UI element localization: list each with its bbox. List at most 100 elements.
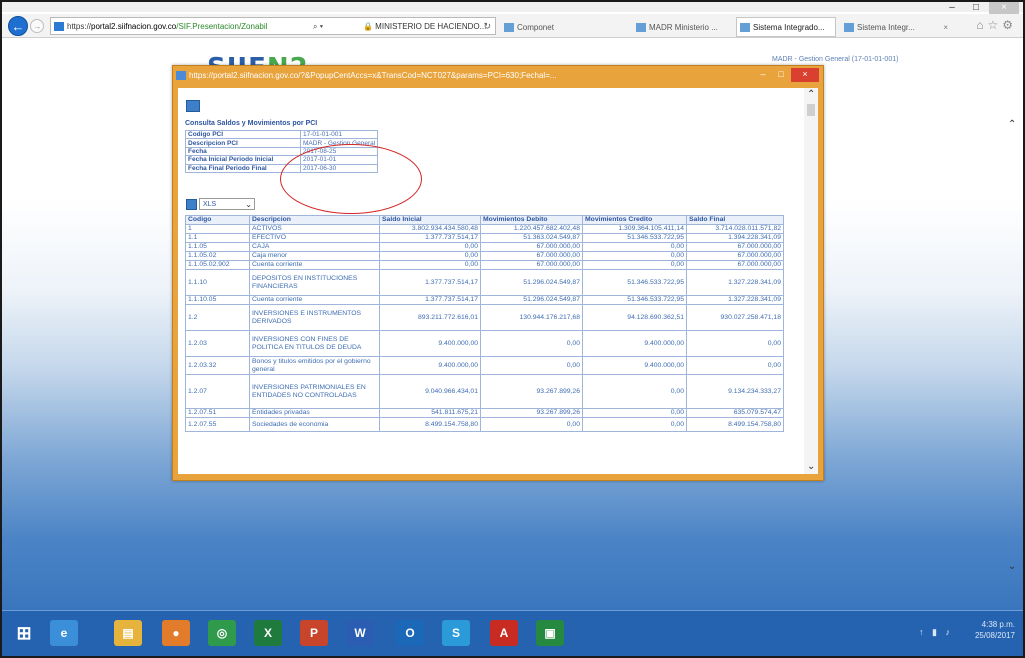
popup-scrollbar[interactable]: ⌃ ⌄ [804, 88, 818, 474]
tab-madr[interactable]: MADR Ministerio ... [632, 17, 732, 37]
address-search-icon[interactable]: ⌕ ▾ [313, 18, 323, 34]
cell-amount: 1.394.228.341,09 [686, 233, 784, 243]
taskbar-outlook-icon[interactable]: O [396, 620, 424, 646]
browser-toolbar-icons[interactable]: ⌂☆⚙ [976, 18, 1017, 32]
cell-amount: 1.377.737.514,17 [379, 295, 481, 305]
popup-favicon-icon [176, 71, 186, 80]
table-row[interactable]: 1.2 INVERSIONES E INSTRUMENTOS DERIVADOS 8… [185, 304, 784, 331]
table-row[interactable]: 1.2.07.51 Entidades privadas 541.811.675,2… [185, 408, 784, 418]
cell-amount: 8.499.154.758,80 [686, 417, 784, 432]
table-row[interactable]: 1.2.03.32 Bonos y titulos emitidos por el… [185, 356, 784, 375]
scroll-up-icon[interactable]: ⌃ [1008, 119, 1016, 130]
export-format-select[interactable]: XLS ⌄ [199, 198, 255, 210]
cell-description: Caja menor [249, 251, 380, 261]
cell-amount: 9.400.000,00 [582, 356, 687, 375]
taskbar-project-icon[interactable]: ▣ [536, 620, 564, 646]
cell-amount: 67.000.000,00 [686, 242, 784, 252]
clock-time: 4:38 p.m. [981, 620, 1015, 629]
column-header[interactable]: Movimientos Credito [582, 215, 687, 225]
page-scrollbar[interactable]: ⌃ ⌄ [1006, 99, 1020, 599]
cell-amount: 0,00 [480, 330, 583, 357]
scroll-down-icon[interactable]: ⌄ [807, 461, 815, 472]
clock[interactable]: 4:38 p.m. 25/08/2017 [975, 619, 1015, 641]
column-header[interactable]: Saldo Inicial [379, 215, 481, 225]
taskbar-powerpoint-icon[interactable]: P [300, 620, 328, 646]
taskbar-internet-explorer-icon[interactable]: e [50, 620, 78, 646]
page-header-label: MADR - Gestion General (17-01-01-001) [772, 56, 899, 63]
taskbar-chrome-icon[interactable]: ◎ [208, 620, 236, 646]
export-icon[interactable] [186, 198, 197, 210]
tab-label: MADR Ministerio ... [649, 23, 718, 32]
close-button[interactable]: × [989, 2, 1019, 14]
taskbar-acrobat-icon[interactable]: A [490, 620, 518, 646]
scroll-up-icon[interactable]: ⌃ [807, 89, 815, 100]
cell-description: EFECTIVO [249, 233, 380, 243]
refresh-icon[interactable]: ↻ [483, 18, 491, 34]
cell-amount: 9.134.234.333,27 [686, 374, 784, 409]
cell-code: 1.1.05.02 [185, 251, 250, 261]
forward-button[interactable]: → [30, 19, 44, 33]
back-button[interactable]: ← [8, 16, 28, 36]
cell-amount: 67.000.000,00 [686, 251, 784, 261]
minimize-button[interactable]: – [941, 2, 963, 14]
cell-amount: 67.000.000,00 [480, 242, 583, 252]
column-header[interactable]: Saldo Final [686, 215, 784, 225]
table-row[interactable]: 1.1.05.02 Caja menor 0,00 67.000.000,00 0,00… [185, 251, 784, 261]
popup-maximize-button[interactable]: □ [773, 68, 789, 82]
cell-description: INVERSIONES E INSTRUMENTOS DERIVADOS [249, 304, 380, 331]
cell-description: Sociedades de economia [249, 417, 380, 432]
taskbar-windows-start-icon[interactable]: ⊞ [10, 620, 38, 646]
taskbar-excel-icon[interactable]: X [254, 620, 282, 646]
cell-description: Cuenta corriente [249, 260, 380, 270]
tab-close-icon[interactable]: × [943, 18, 948, 36]
info-value: 17-01-01-001 [299, 129, 379, 140]
table-row[interactable]: 1.2.03 INVERSIONES CON FINES DE POLITICA … [185, 330, 784, 357]
taskbar-word-icon[interactable]: W [346, 620, 374, 646]
table-row[interactable]: 1.1.05.02.902 Cuenta corriente 0,00 67.000.… [185, 260, 784, 270]
table-row[interactable]: 1.2.07 INVERSIONES PATRIMONIALES EN ENTID… [185, 374, 784, 409]
scroll-down-icon[interactable]: ⌄ [1008, 561, 1016, 572]
cell-amount: 1.377.737.514,17 [379, 269, 481, 296]
cell-amount: 3.802.934.434.580,48 [379, 224, 481, 234]
cell-description: CAJA [249, 242, 380, 252]
cell-amount: 67.000.000,00 [686, 260, 784, 270]
tab-sistema-integr[interactable]: Sistema Integr... × [840, 17, 952, 37]
cell-amount: 0,00 [582, 242, 687, 252]
cell-code: 1.1.10.05 [185, 295, 250, 305]
windows-taskbar: ↑ ▮ ♪ 4:38 p.m. 25/08/2017 ⊞ e ▤ ● ◎ X P W O S A ▣ [2, 610, 1023, 656]
table-row[interactable]: 1.1.10.05 Cuenta corriente 1.377.737.514,1… [185, 295, 784, 305]
maximize-button[interactable]: □ [965, 2, 987, 14]
table-row[interactable]: 1.2.07.55 Sociedades de economia 8.499.154… [185, 417, 784, 432]
table-row[interactable]: 1 ACTIVOS 3.802.934.434.580,48 1.220.457.68… [185, 224, 784, 234]
table-row[interactable]: 1.1 EFECTIVO 1.377.737.514,17 51.363.024.54… [185, 233, 784, 243]
cell-amount: 67.000.000,00 [480, 251, 583, 261]
tab-favicon-icon [844, 23, 854, 32]
system-tray-icons[interactable]: ↑ ▮ ♪ [919, 627, 953, 638]
column-header[interactable]: Codigo [185, 215, 250, 225]
popup-close-button[interactable]: × [791, 68, 819, 82]
cell-code: 1.2 [185, 304, 250, 331]
tab-label: Sistema Integr... [857, 23, 915, 32]
forward-arrow-icon: → [32, 21, 42, 31]
print-icon[interactable] [186, 100, 200, 112]
cell-amount: 0,00 [686, 356, 784, 375]
taskbar-file-explorer-icon[interactable]: ▤ [114, 620, 142, 646]
screenshot-frame: – □ × ← → https://portal2.siifnacion.gov… [0, 0, 1025, 658]
tab-sistema-integrado-active[interactable]: Sistema Integrado... [736, 17, 836, 37]
site-identity-label[interactable]: 🔒 MINISTERIO DE HACIENDO... [363, 18, 486, 34]
popup-minimize-button[interactable]: – [755, 68, 771, 82]
tab-componet[interactable]: Componet [500, 17, 590, 37]
table-row[interactable]: 1.1.05 CAJA 0,00 67.000.000,00 0,00 67.000.00… [185, 242, 784, 252]
taskbar-skype-icon[interactable]: S [442, 620, 470, 646]
scroll-thumb[interactable] [807, 104, 815, 116]
cell-amount: 51.346.533.722,95 [582, 295, 687, 305]
taskbar-firefox-icon[interactable]: ● [162, 620, 190, 646]
column-header[interactable]: Movimientos Debito [480, 215, 583, 225]
table-row[interactable]: 1.1.10 DEPOSITOS EN INSTITUCIONES FINANCI… [185, 269, 784, 296]
cell-amount: 93.267.899,26 [480, 408, 583, 418]
cell-amount: 0,00 [379, 242, 481, 252]
cell-amount: 94.128.690.362,51 [582, 304, 687, 331]
column-header[interactable]: Descripcion [249, 215, 380, 225]
address-bar[interactable]: https://portal2.siifnacion.gov.co/SIF.Pr… [50, 17, 496, 35]
cell-amount: 1.327.228.341,09 [686, 269, 784, 296]
